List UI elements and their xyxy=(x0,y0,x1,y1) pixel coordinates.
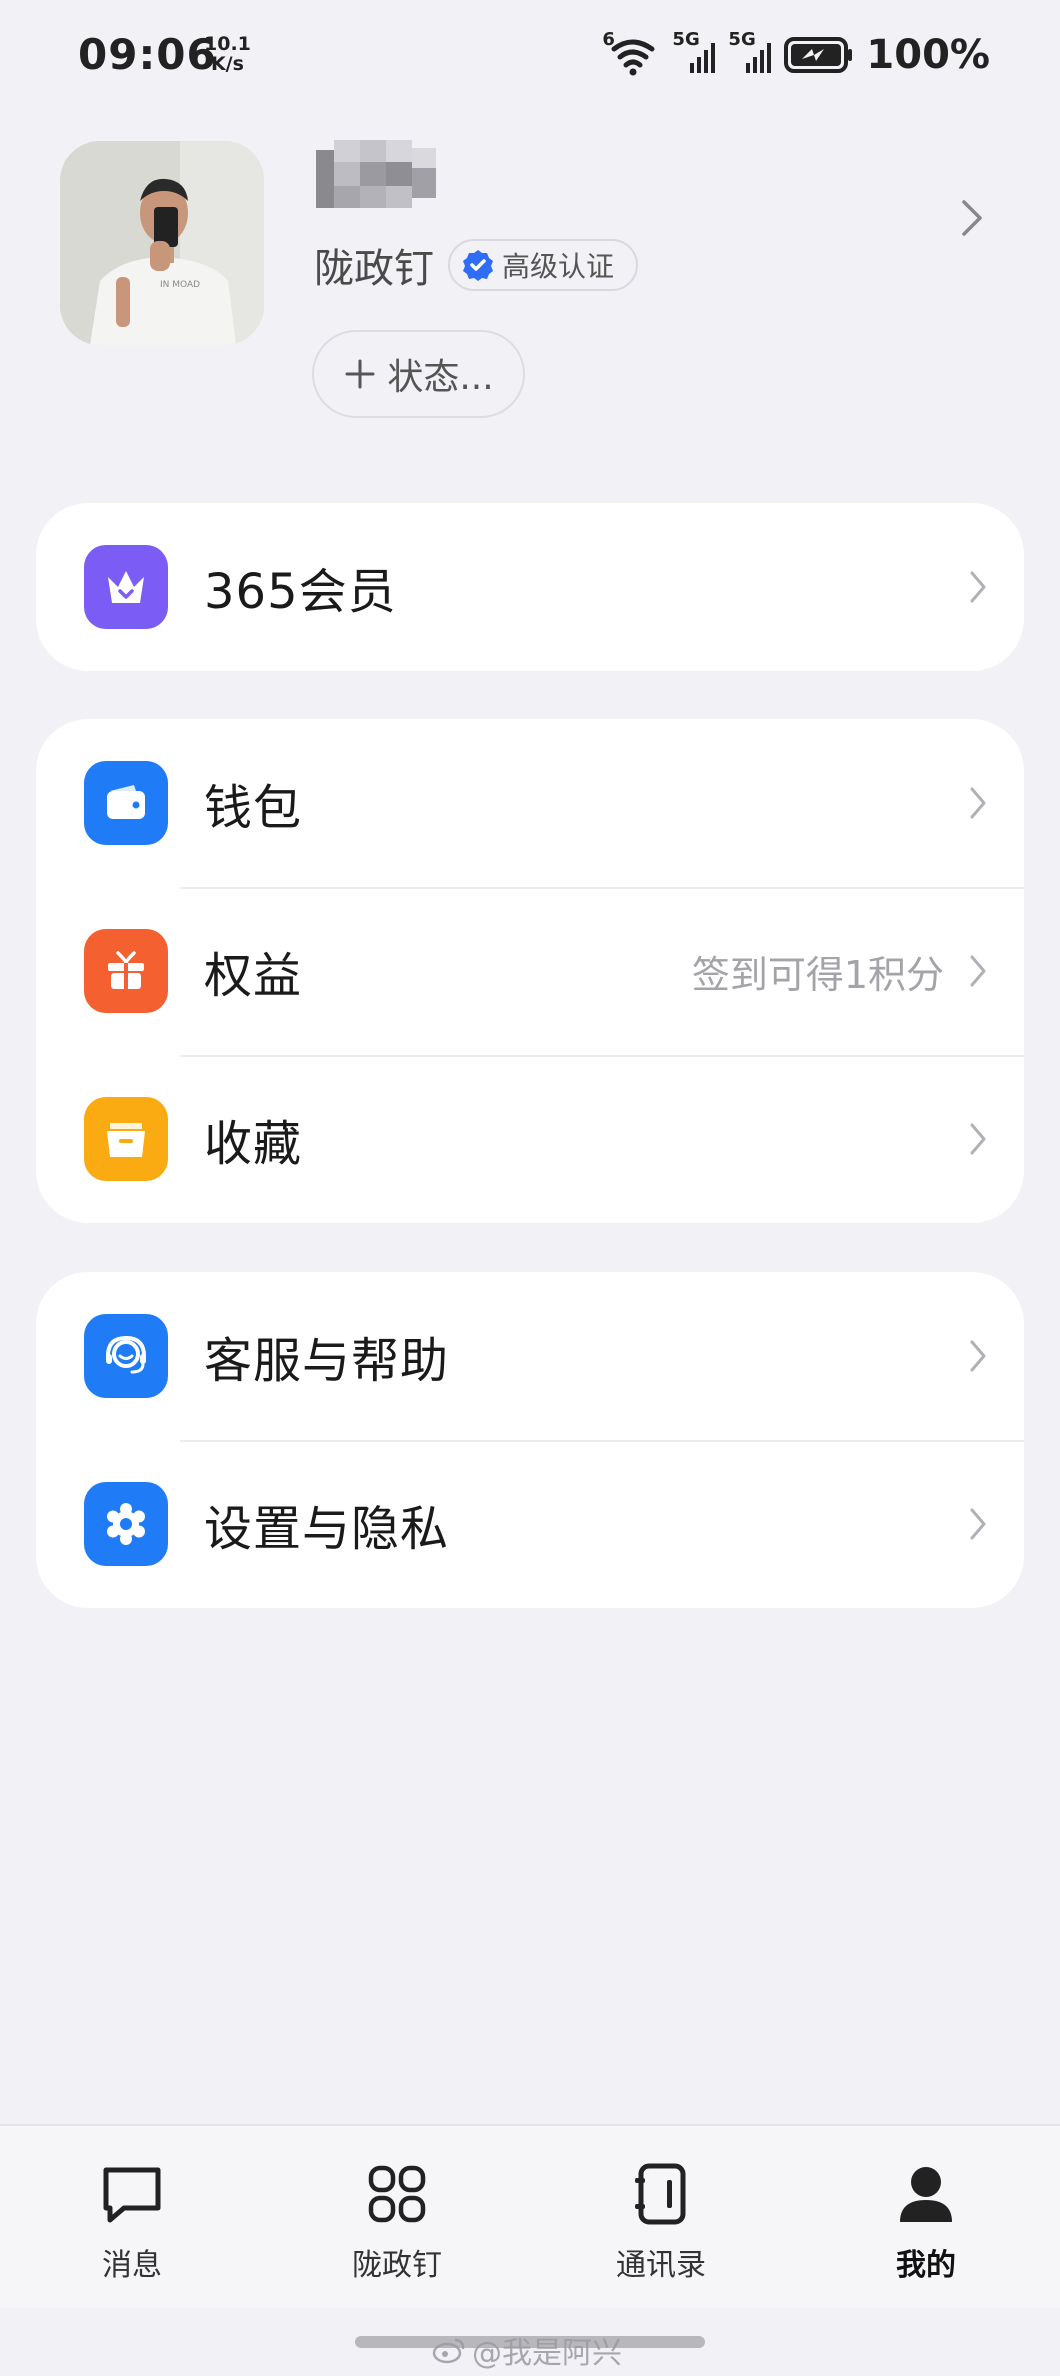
favorites-label: 收藏 xyxy=(204,1116,303,1172)
message-bubble-icon xyxy=(98,2160,166,2228)
weibo-logo-icon xyxy=(432,2336,466,2364)
wifi-icon: 6 xyxy=(602,29,660,77)
chevron-right-icon xyxy=(968,1338,988,1374)
chevron-right-icon xyxy=(968,1506,988,1542)
battery-percent: 100% xyxy=(866,32,990,78)
network-speed-unit: K/s xyxy=(210,53,244,75)
headset-icon xyxy=(84,1314,168,1398)
chevron-right-icon xyxy=(968,953,988,989)
certification-label: 高级认证 xyxy=(502,250,615,283)
tab-workbench-label: 陇政钉 xyxy=(352,2248,442,2283)
add-status-label: 状态... xyxy=(387,357,494,398)
membership-label: 365会员 xyxy=(204,564,397,620)
tab-workbench[interactable]: 陇政钉 xyxy=(317,2160,477,2284)
gift-icon xyxy=(84,929,168,1013)
wallet-icon xyxy=(84,761,168,845)
add-status-button[interactable]: 状态... xyxy=(312,330,525,418)
settings-label: 设置与隐私 xyxy=(204,1501,450,1557)
services-card: 钱包 权益 签到可得1积分 收藏 xyxy=(36,719,1024,1223)
battery-charging-icon xyxy=(784,37,854,73)
menu-item-membership[interactable]: 365会员 xyxy=(36,503,1024,671)
membership-card: 365会员 xyxy=(36,503,1024,671)
network-speed: 10.1 K/s xyxy=(204,34,251,74)
menu-item-support[interactable]: 客服与帮助 xyxy=(36,1272,1024,1440)
bottom-tab-bar: 消息 陇政钉 通讯录 我的 xyxy=(0,2124,1060,2308)
svg-text:IN MOAD: IN MOAD xyxy=(160,280,200,290)
benefits-hint: 签到可得1积分 xyxy=(691,952,944,997)
system-card: 客服与帮助 设置与隐私 xyxy=(36,1272,1024,1608)
avatar[interactable]: IN MOAD xyxy=(60,141,264,345)
profile-page: 09:06 10.1 K/s 6 5G 5G 100% IN MOAD 陇政钉 … xyxy=(0,0,1060,2376)
benefits-label: 权益 xyxy=(204,948,303,1004)
support-label: 客服与帮助 xyxy=(204,1333,450,1389)
profile-chevron-icon[interactable] xyxy=(960,196,984,240)
folder-icon xyxy=(84,1097,168,1181)
chevron-right-icon xyxy=(968,1121,988,1157)
menu-item-favorites[interactable]: 收藏 xyxy=(36,1055,1024,1223)
chevron-right-icon xyxy=(968,569,988,605)
wallet-label: 钱包 xyxy=(204,780,303,836)
verified-check-icon xyxy=(462,249,494,281)
plus-icon xyxy=(343,357,377,391)
chevron-right-icon xyxy=(968,785,988,821)
org-name: 陇政钉 xyxy=(314,246,434,292)
status-time: 09:06 xyxy=(78,30,217,79)
status-icons: 6 5G 5G 100% xyxy=(602,29,990,80)
watermark-text: @我是阿兴 xyxy=(472,2336,622,2371)
crown-icon xyxy=(84,545,168,629)
org-row: 陇政钉 高级认证 xyxy=(314,236,639,294)
tab-contacts-label: 通讯录 xyxy=(616,2248,706,2283)
tab-contacts[interactable]: 通讯录 xyxy=(581,2160,741,2284)
menu-item-wallet[interactable]: 钱包 xyxy=(36,719,1024,887)
contacts-book-icon xyxy=(627,2160,695,2228)
user-name-redacted xyxy=(310,140,460,210)
status-bar: 09:06 10.1 K/s 6 5G 5G 100% xyxy=(0,0,1060,110)
gear-icon xyxy=(84,1482,168,1566)
cellular-signal-1-icon: 5G xyxy=(672,29,716,77)
user-profile-icon xyxy=(892,2160,960,2228)
tab-me-label: 我的 xyxy=(896,2248,956,2283)
network-speed-value: 10.1 xyxy=(204,33,251,55)
certification-badge[interactable]: 高级认证 xyxy=(448,239,639,291)
cellular-signal-2-icon: 5G xyxy=(728,29,772,77)
menu-item-settings[interactable]: 设置与隐私 xyxy=(36,1440,1024,1608)
tab-messages-label: 消息 xyxy=(102,2248,162,2283)
tab-me[interactable]: 我的 xyxy=(846,2160,1006,2284)
menu-item-benefits[interactable]: 权益 签到可得1积分 xyxy=(36,887,1024,1055)
tab-messages[interactable]: 消息 xyxy=(52,2160,212,2284)
grid-apps-icon xyxy=(363,2160,431,2228)
watermark: @我是阿兴 xyxy=(432,2328,622,2372)
